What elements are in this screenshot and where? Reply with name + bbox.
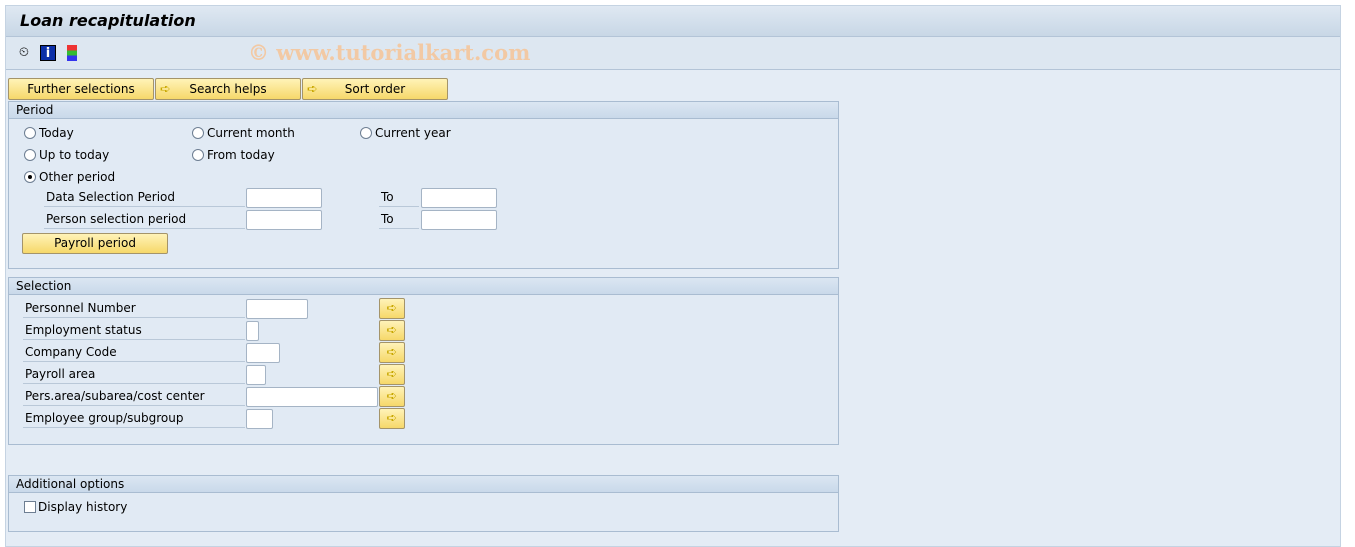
data-period-to-input[interactable] xyxy=(421,188,497,208)
info-icon[interactable]: i xyxy=(40,45,56,61)
current-month-label: Current month xyxy=(207,126,295,140)
selection-options-icon[interactable] xyxy=(67,45,77,61)
search-helps-button[interactable]: ➪ Search helps xyxy=(155,78,301,100)
to-label: To xyxy=(379,187,419,207)
data-period-from-input[interactable] xyxy=(246,188,322,208)
data-selection-period-label: Data Selection Period xyxy=(44,187,245,207)
search-helps-label: Search helps xyxy=(189,82,267,96)
company-code-input[interactable] xyxy=(246,343,280,363)
period-header: Period xyxy=(9,102,838,119)
multiple-selection-button[interactable]: ➪ xyxy=(379,342,405,363)
pers-area-input[interactable] xyxy=(246,387,378,407)
further-selections-button[interactable]: Further selections xyxy=(8,78,154,100)
execute-clock-icon[interactable]: ⏲ xyxy=(16,45,32,61)
radio-from-today[interactable] xyxy=(192,149,204,161)
radio-other-period[interactable] xyxy=(24,171,36,183)
radio-today[interactable] xyxy=(24,127,36,139)
employee-group-label: Employee group/subgroup xyxy=(23,408,245,428)
sort-order-label: Sort order xyxy=(344,82,406,96)
payroll-area-label: Payroll area xyxy=(23,364,245,384)
title-bar: Loan recapitulation xyxy=(6,6,1340,37)
payroll-period-button[interactable]: Payroll period xyxy=(22,233,168,254)
radio-up-to-today[interactable] xyxy=(24,149,36,161)
today-label: Today xyxy=(39,126,74,140)
arrow-right-icon: ➪ xyxy=(160,82,171,97)
personnel-number-label: Personnel Number xyxy=(23,298,245,318)
sort-order-button[interactable]: ➪ Sort order xyxy=(302,78,448,100)
arrow-right-icon: ➪ xyxy=(307,82,318,97)
display-history-label: Display history xyxy=(38,500,128,514)
selection-header: Selection xyxy=(9,278,838,295)
multiple-selection-button[interactable]: ➪ xyxy=(379,298,405,319)
application-toolbar: ⏲ i © www.tutorialkart.com xyxy=(6,37,1340,70)
person-period-to-input[interactable] xyxy=(421,210,497,230)
employment-status-input[interactable] xyxy=(246,321,259,341)
page-title: Loan recapitulation xyxy=(20,11,196,30)
person-selection-period-label: Person selection period xyxy=(44,209,245,229)
personnel-number-input[interactable] xyxy=(246,299,308,319)
company-code-label: Company Code xyxy=(23,342,245,362)
radio-current-year[interactable] xyxy=(360,127,372,139)
other-period-label: Other period xyxy=(39,170,116,184)
further-selections-label: Further selections xyxy=(27,82,135,96)
additional-options-group: Additional options Display history xyxy=(8,475,839,532)
to-label: To xyxy=(379,209,419,229)
selection-group: Selection Personnel Number ➪ Employment … xyxy=(8,277,839,445)
multiple-selection-button[interactable]: ➪ xyxy=(379,320,405,341)
multiple-selection-button[interactable]: ➪ xyxy=(379,364,405,385)
period-group: Period Today Current month Current year … xyxy=(8,101,839,269)
employee-group-input[interactable] xyxy=(246,409,273,429)
pers-area-label: Pers.area/subarea/cost center xyxy=(23,386,245,406)
multiple-selection-button[interactable]: ➪ xyxy=(379,408,405,429)
employment-status-label: Employment status xyxy=(23,320,245,340)
current-year-label: Current year xyxy=(375,126,451,140)
payroll-area-input[interactable] xyxy=(246,365,266,385)
watermark: © www.tutorialkart.com xyxy=(248,40,531,65)
additional-options-header: Additional options xyxy=(9,476,838,493)
multiple-selection-button[interactable]: ➪ xyxy=(379,386,405,407)
radio-current-month[interactable] xyxy=(192,127,204,139)
person-period-from-input[interactable] xyxy=(246,210,322,230)
from-today-label: From today xyxy=(207,148,275,162)
up-to-today-label: Up to today xyxy=(39,148,110,162)
sap-window: Loan recapitulation ⏲ i © www.tutorialka… xyxy=(5,5,1341,547)
display-history-checkbox[interactable] xyxy=(24,501,36,513)
